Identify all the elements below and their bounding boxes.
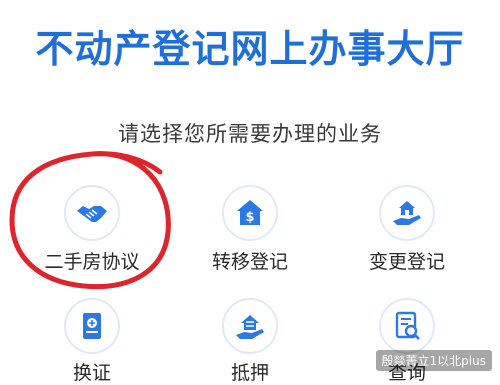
service-label: 换证 — [72, 362, 111, 384]
page-subtitle: 请选择您所需要办理的业务 — [118, 122, 382, 146]
service-label: 抵押 — [230, 362, 269, 384]
service-label: 二手房协议 — [44, 251, 140, 273]
certificate-icon — [64, 298, 120, 354]
handshake-icon — [64, 185, 120, 241]
page-title: 不动产登记网上办事大厅 — [35, 27, 465, 71]
service-label: 变更登记 — [368, 251, 445, 273]
service-transfer-registration[interactable]: $ 转移登记 — [185, 185, 315, 273]
svg-text:$: $ — [245, 210, 254, 225]
service-certificate-renewal[interactable]: 换证 — [27, 298, 157, 384]
house-mortgage-icon — [222, 298, 278, 354]
watermark: 殷燚菁立1以北plus — [375, 350, 492, 371]
service-change-registration[interactable]: 变更登记 — [342, 185, 472, 273]
service-label: 转移登记 — [211, 251, 288, 273]
service-second-hand-agreement[interactable]: 二手房协议 — [27, 185, 157, 273]
house-hand-icon — [379, 185, 435, 241]
document-search-icon — [379, 298, 435, 354]
house-money-icon: $ — [222, 185, 278, 241]
service-mortgage[interactable]: 抵押 — [185, 298, 315, 384]
